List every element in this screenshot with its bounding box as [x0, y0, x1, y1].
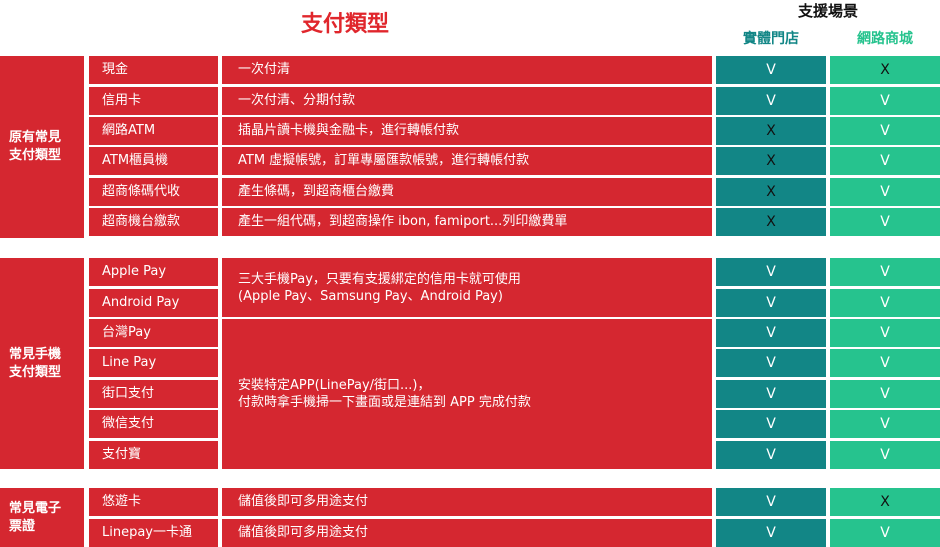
payment-name-cash: 現金: [89, 56, 218, 84]
payment-name-alipay: 支付寶: [89, 441, 218, 469]
group-label-line: 票證: [9, 518, 36, 534]
desc-line: 安裝特定APP(LinePay/街口...)，: [238, 378, 431, 393]
payment-desc: 插晶片讀卡機與金融卡，進行轉帳付款: [222, 117, 712, 145]
payment-desc-mobile-pay: 三大手機Pay，只要有支援綁定的信用卡就可使用 (Apple Pay、Samsu…: [222, 258, 712, 317]
store-support-mark: V: [716, 349, 826, 377]
store-support-mark: V: [716, 319, 826, 347]
payment-desc: 產生條碼，到超商櫃台繳費: [222, 178, 712, 206]
payment-name-android-pay: Android Pay: [89, 289, 218, 317]
store-support-mark: V: [716, 519, 826, 547]
payment-desc: 一次付清: [222, 56, 712, 84]
desc-line: (Apple Pay、Samsung Pay、Android Pay): [238, 288, 503, 304]
payment-name-apple-pay: Apple Pay: [89, 258, 218, 286]
store-support-mark: V: [716, 258, 826, 286]
online-support-mark: V: [830, 289, 940, 317]
payment-name-taiwan-pay: 台灣Pay: [89, 319, 218, 347]
payment-name-cvs-kiosk: 超商機台繳款: [89, 208, 218, 236]
online-support-mark: V: [830, 319, 940, 347]
payment-name-line-pay: Line Pay: [89, 349, 218, 377]
store-support-mark: X: [716, 117, 826, 145]
group-traditional-label: 原有常見 支付類型: [0, 56, 84, 238]
group-e-ticket-label: 常見電子 票證: [0, 488, 84, 547]
payment-name-easycard: 悠遊卡: [89, 488, 218, 516]
online-support-mark: X: [830, 488, 940, 516]
online-support-mark: V: [830, 441, 940, 469]
page-title: 支付類型: [300, 12, 389, 37]
online-support-mark: X: [830, 56, 940, 84]
payment-name-atm: ATM櫃員機: [89, 147, 218, 175]
scenarios-title: 支援場景: [797, 2, 858, 20]
group-label-line: 原有常見: [9, 130, 62, 145]
store-support-mark: V: [716, 289, 826, 317]
desc-line: 付款時拿手機掃一下畫面或是連結到 APP 完成付款: [238, 395, 531, 410]
online-column-header: 網路商城: [857, 31, 913, 47]
payment-name-credit-card: 信用卡: [89, 87, 218, 115]
store-support-mark: V: [716, 56, 826, 84]
payment-desc: 儲值後即可多用途支付: [222, 519, 712, 547]
payment-name-wechat-pay: 微信支付: [89, 410, 218, 438]
online-support-mark: V: [830, 410, 940, 438]
group-label-line: 常見電子: [9, 500, 62, 516]
payment-desc: 產生一組代碼，到超商操作 ibon, famiport...列印繳費單: [222, 208, 712, 236]
payment-name-cvs-barcode: 超商條碼代收: [89, 178, 218, 206]
payment-desc: 一次付清、分期付款: [222, 87, 712, 115]
store-column-header: 實體門店: [743, 31, 799, 47]
store-support-mark: X: [716, 147, 826, 175]
online-support-mark: V: [830, 380, 940, 408]
online-support-mark: V: [830, 349, 940, 377]
online-support-mark: V: [830, 519, 940, 547]
payment-name-web-atm: 網路ATM: [89, 117, 218, 145]
payment-name-ipass: Linepay一卡通: [89, 519, 218, 547]
group-mobile-label: 常見手機 支付類型: [0, 258, 84, 469]
online-support-mark: V: [830, 147, 940, 175]
payment-name-jkopay: 街口支付: [89, 380, 218, 408]
online-support-mark: V: [830, 87, 940, 115]
store-support-mark: V: [716, 410, 826, 438]
group-label-line: 支付類型: [9, 364, 62, 380]
store-support-mark: V: [716, 380, 826, 408]
group-label-line: 常見手機: [9, 346, 62, 362]
store-support-mark: V: [716, 441, 826, 469]
store-support-mark: X: [716, 208, 826, 236]
online-support-mark: V: [830, 117, 940, 145]
store-support-mark: V: [716, 488, 826, 516]
online-support-mark: V: [830, 208, 940, 236]
online-support-mark: V: [830, 258, 940, 286]
online-support-mark: V: [830, 178, 940, 206]
group-label-line: 支付類型: [9, 148, 62, 163]
store-support-mark: X: [716, 178, 826, 206]
payment-desc: 儲值後即可多用途支付: [222, 488, 712, 516]
payment-desc: ATM 虛擬帳號，訂單專屬匯款帳號，進行轉帳付款: [222, 147, 712, 175]
payment-desc-app-pay: 安裝特定APP(LinePay/街口...)， 付款時拿手機掃一下畫面或是連結到…: [222, 319, 712, 469]
store-support-mark: V: [716, 87, 826, 115]
desc-line: 三大手機Pay，只要有支援綁定的信用卡就可使用: [238, 271, 521, 287]
